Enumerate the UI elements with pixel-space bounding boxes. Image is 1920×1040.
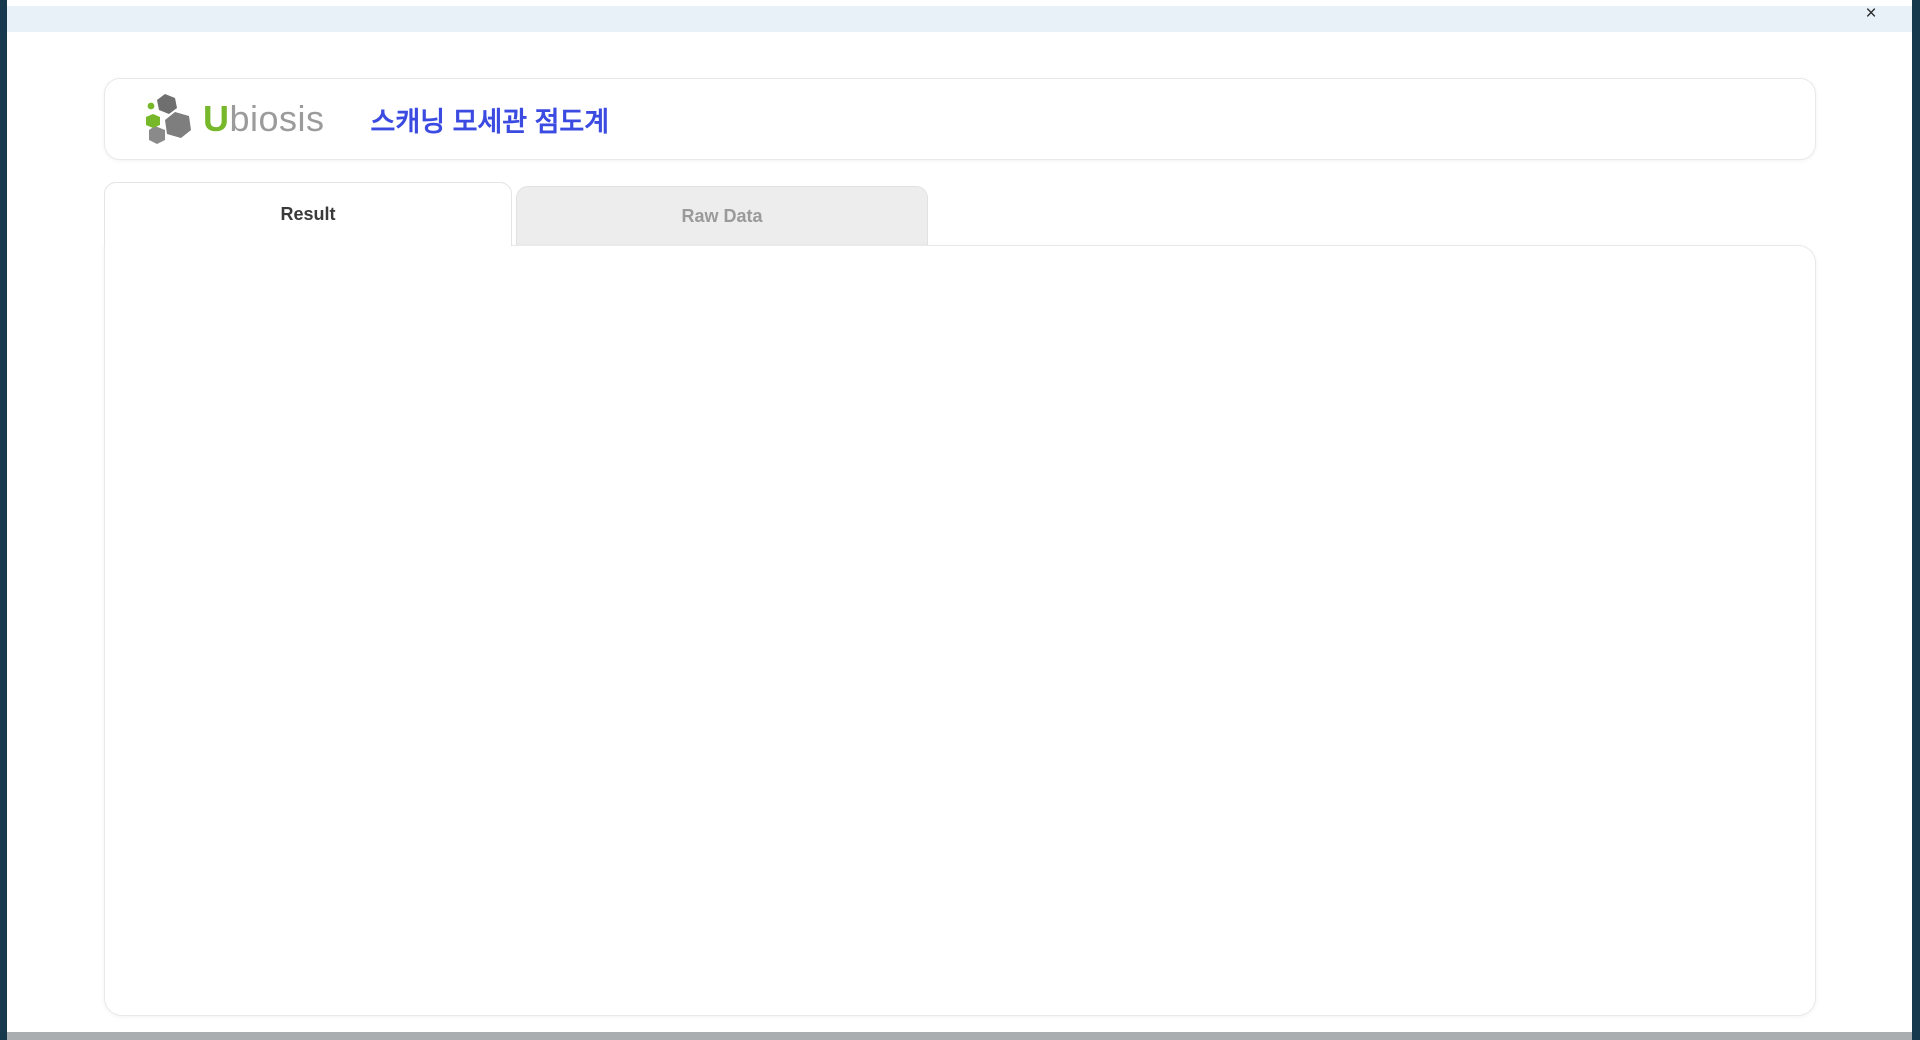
result-panel [104,245,1816,1016]
logo-text: Ubiosis [203,98,325,140]
logo-letter-u: U [203,98,230,139]
tab-raw-data[interactable]: Raw Data [516,186,928,246]
hexagon-logo-icon [146,94,191,144]
ubiosis-logo: Ubiosis [145,92,325,146]
tab-result[interactable]: Result [104,182,512,246]
logo-text-biosis: biosis [229,98,325,139]
window-bottom-edge [7,1032,1912,1040]
page-title: 스캐닝 모세관 점도계 [370,106,610,137]
window-right-edge [1912,0,1920,1040]
app-window: × Ubiosis 스캐닝 모세관 점도계 Result Raw Data [0,0,1920,1040]
close-icon[interactable]: × [1860,4,1882,24]
header-card: Ubiosis 스캐닝 모세관 점도계 [104,78,1816,160]
window-titlebar [7,6,1912,32]
window-left-edge [0,0,7,1040]
